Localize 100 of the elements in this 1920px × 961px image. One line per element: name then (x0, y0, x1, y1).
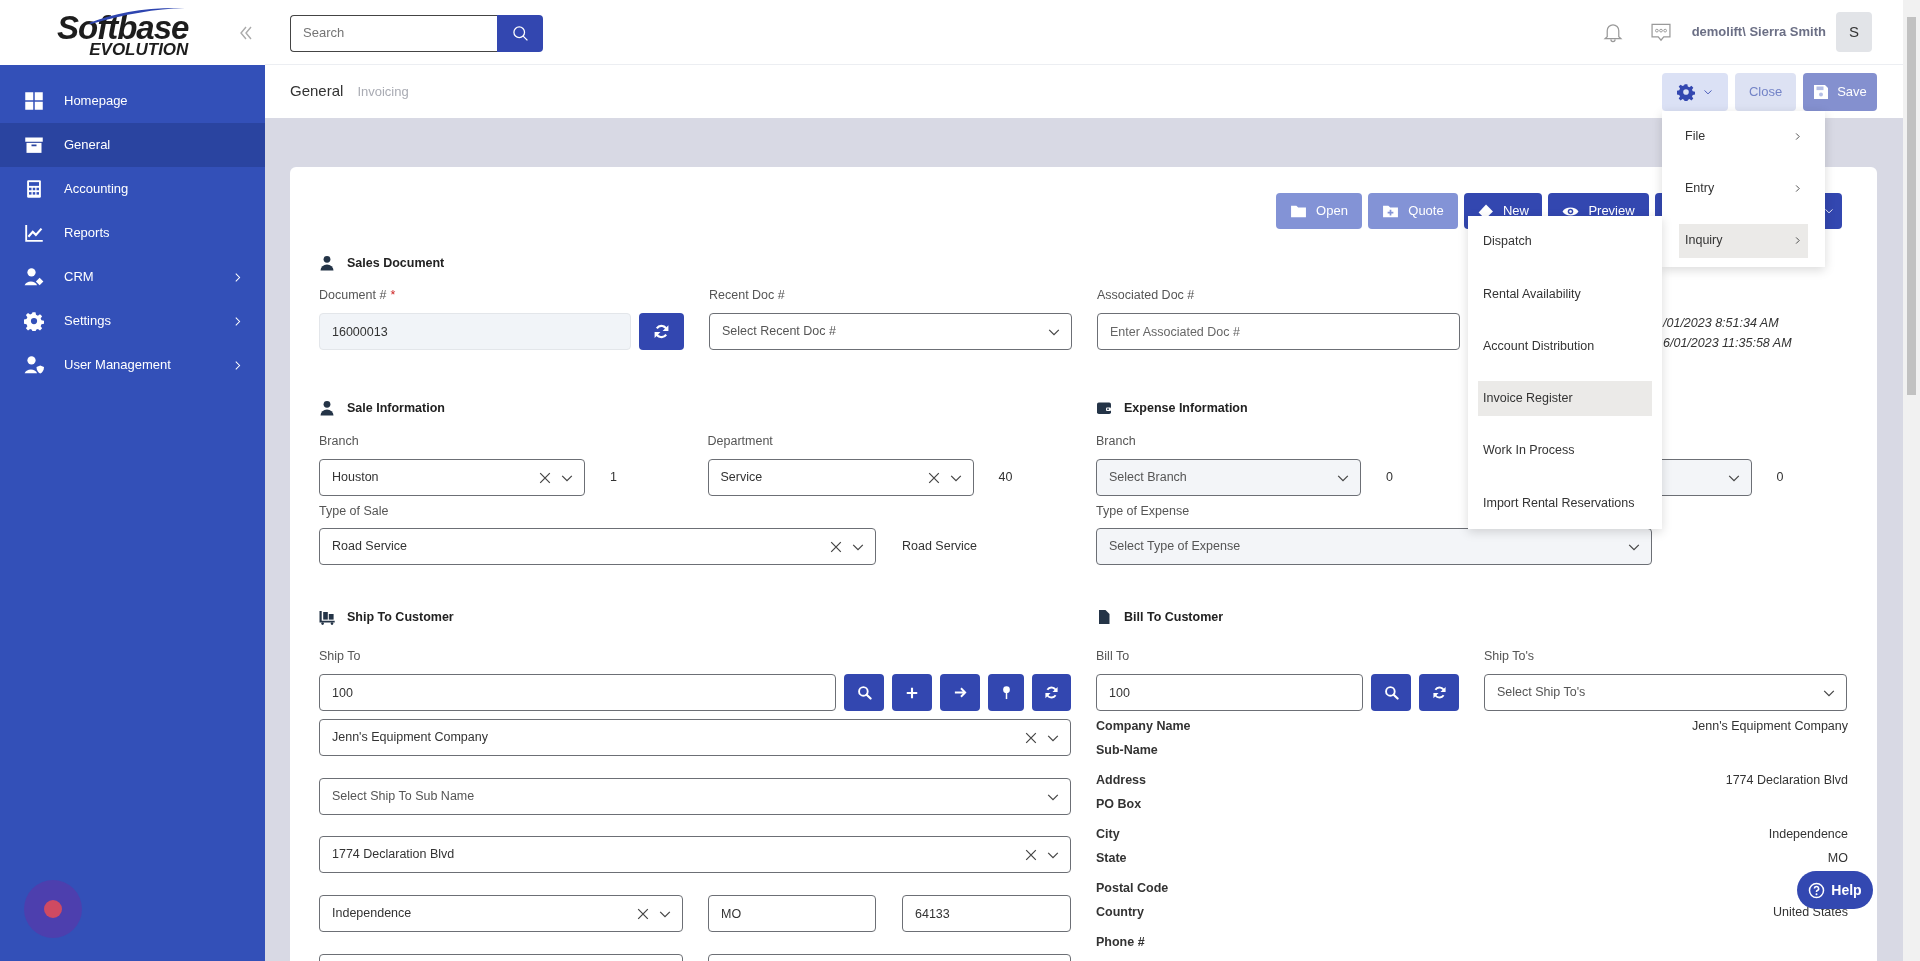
calculator-icon (24, 179, 44, 199)
clear-icon[interactable] (1024, 847, 1038, 862)
refresh-icon (1431, 685, 1447, 700)
sidebar-item[interactable]: Homepage (0, 79, 265, 123)
select-field[interactable]: Select Ship To Sub Name (319, 778, 1071, 815)
menu-item[interactable]: Import Rental Reservations (1478, 486, 1652, 521)
field-label: Type of Expense (1096, 503, 1190, 520)
clear-icon[interactable] (829, 539, 843, 554)
settings-button[interactable] (1662, 72, 1728, 111)
search-icon (1383, 685, 1399, 700)
input-field[interactable]: 100 (319, 674, 836, 711)
sidebar-item[interactable]: CRM (0, 255, 265, 299)
logo: Softbase EVOLUTION (56, 6, 190, 60)
add-icon (905, 685, 919, 700)
search-button[interactable] (844, 674, 884, 711)
arrow-icon (952, 685, 968, 700)
scrollbar[interactable] (1903, 0, 1920, 961)
sidebar-item[interactable]: Reports (0, 211, 265, 255)
detail-label: Address (1096, 771, 1147, 789)
select-field[interactable]: Select Type of Expense (1096, 528, 1652, 565)
menu-item[interactable]: Inquiry (1679, 223, 1808, 258)
field-label: Ship To (319, 648, 361, 665)
menu-item[interactable]: Rental Availability (1478, 276, 1652, 312)
detail-label: State (1096, 849, 1127, 867)
sidebar-item[interactable]: General (0, 123, 265, 167)
clear-icon[interactable] (926, 470, 941, 485)
detail-value: Independence (1768, 825, 1848, 843)
code-text: 1 (610, 469, 617, 487)
select-field[interactable]: Independence (319, 895, 683, 932)
input-field[interactable]: Enter Associated Doc # (1097, 313, 1460, 350)
file-icon (1096, 609, 1112, 625)
refresh-button[interactable] (1032, 674, 1071, 711)
grid-icon (24, 91, 44, 111)
pin-button[interactable] (988, 674, 1024, 711)
detail-label: Country (1096, 903, 1144, 921)
search-button[interactable] (497, 14, 543, 52)
description-text: Road Service (902, 538, 978, 556)
detail-label: Sub-Name (1096, 741, 1158, 759)
floppy-icon (1813, 83, 1830, 100)
detail-value: 1774 Declaration Blvd (1725, 771, 1848, 789)
field-label: Bill To (1096, 648, 1130, 665)
menu-item[interactable]: Work In Process (1478, 433, 1652, 468)
bell-icon[interactable] (1601, 21, 1624, 43)
input-field[interactable]: 64133 (902, 895, 1071, 932)
sidebar-item[interactable]: Settings (0, 299, 265, 343)
refresh-button[interactable] (1419, 674, 1459, 711)
field-label: Type of Sale (319, 503, 389, 520)
menu-item[interactable]: File (1679, 119, 1808, 154)
select-field[interactable]: Select Ship To's (1484, 674, 1847, 711)
select-field[interactable]: Jenn's Equipment Company (319, 719, 1071, 756)
select-field[interactable]: Select Branch (1096, 459, 1361, 496)
input-field[interactable]: 100 (1096, 674, 1363, 711)
select-field[interactable]: Road Service (319, 528, 876, 565)
clear-icon[interactable] (538, 470, 552, 485)
user-icon (319, 255, 335, 271)
timestamp: /01/2023 8:51:34 AM (1663, 315, 1780, 332)
detail-value: MO (1827, 849, 1848, 867)
code-text: 0 (1776, 469, 1784, 487)
refresh-button[interactable] (639, 313, 684, 350)
gear-icon (24, 311, 44, 331)
wallet-icon (1096, 400, 1112, 416)
clear-icon[interactable] (636, 906, 650, 921)
clear-icon[interactable] (1024, 730, 1038, 745)
question-icon (1808, 881, 1826, 899)
chat-icon[interactable] (1649, 21, 1672, 43)
add-button[interactable] (892, 674, 932, 711)
detail-label: City (1096, 825, 1120, 843)
refresh-icon (653, 323, 670, 340)
sidebar-item[interactable]: User Management (0, 343, 265, 387)
detail-label: PO Box (1096, 795, 1142, 813)
field-label: Document # (319, 287, 387, 304)
chevron-right-icon (1793, 184, 1802, 193)
select-field[interactable]: Houston (319, 459, 585, 496)
dolly-icon (319, 609, 335, 625)
user-shield-icon (24, 355, 44, 375)
code-text: 40 (998, 469, 1013, 487)
search-button[interactable] (1371, 674, 1411, 711)
select-field[interactable]: Service (707, 459, 974, 496)
input-field[interactable]: 16000013 (319, 313, 631, 350)
section-title: Ship To Customer (347, 608, 454, 626)
chart-icon (24, 223, 44, 243)
user-icon (319, 400, 335, 416)
menu-item[interactable]: Account Distribution (1478, 329, 1652, 364)
select-field[interactable]: Select Recent Doc # (709, 313, 1072, 350)
timestamp: 6/01/2023 11:35:58 AM (1663, 335, 1793, 352)
detail-value: Jenn's Equipment Company (1692, 717, 1848, 735)
field-label: Recent Doc # (709, 287, 785, 304)
detail-label: Company Name (1096, 717, 1191, 735)
arrow-button[interactable] (940, 674, 980, 711)
breadcrumb-item: General (290, 81, 344, 102)
archive-icon (24, 135, 44, 155)
sidebar-item[interactable]: Accounting (0, 167, 265, 211)
input-field[interactable]: MO (708, 895, 876, 932)
select-field[interactable]: 1774 Declaration Blvd (319, 836, 1071, 873)
search-field[interactable]: Search (290, 14, 497, 52)
menu-item[interactable]: Invoice Register (1478, 381, 1652, 416)
section-title: Expense Information (1124, 399, 1248, 417)
field-label: Branch (319, 433, 359, 450)
menu-item[interactable]: Entry (1679, 171, 1808, 206)
avatar[interactable]: S (1836, 12, 1872, 52)
